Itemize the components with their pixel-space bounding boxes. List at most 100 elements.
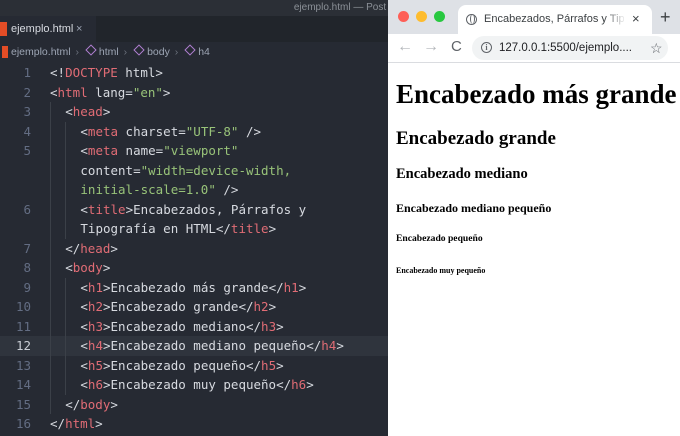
heading-h2: Encabezado grande [396, 128, 556, 149]
bookmark-star-icon[interactable]: ☆ [650, 36, 663, 60]
code-token: h5 [261, 357, 277, 373]
minimize-window-button[interactable] [416, 11, 427, 22]
line-number: 1 [23, 65, 31, 80]
close-icon[interactable]: × [632, 5, 640, 33]
code-line[interactable]: 14 <h6>Encabezado muy pequeño</h6> [0, 375, 388, 395]
code-line[interactable]: 9 <h1>Encabezado más grande</h1> [0, 277, 388, 297]
url-text[interactable]: 127.0.0.1:5500/ejemplo.... [499, 36, 632, 60]
indent-guide [65, 160, 67, 180]
indent-guide [50, 316, 51, 336]
breadcrumb-item-html[interactable]: html [99, 46, 119, 58]
code-line[interactable]: 1 <!DOCTYPE html> [0, 63, 388, 83]
code-token: < [65, 260, 73, 275]
indent-guide [65, 180, 67, 200]
code-token: h6 [87, 377, 103, 392]
code-token: > [125, 201, 134, 217]
code-token: h4 [87, 338, 103, 353]
code-token: Encabezado muy pequeño [110, 377, 277, 392]
code-token: < [80, 279, 88, 295]
code-token: </ [215, 221, 231, 236]
code-token: < [80, 338, 88, 353]
code-token: Encabezado mediano [110, 318, 246, 334]
code-line[interactable]: 13 <h5>Encabezado pequeño</h5> [0, 355, 388, 375]
code-text: <html lang="en"> [50, 83, 170, 103]
code-token: h4 [321, 338, 337, 353]
forward-arrow-icon[interactable]: → [423, 34, 439, 62]
code-line[interactable]: 6 <title>Encabezados, Párrafos y [0, 199, 388, 219]
line-number: 16 [15, 416, 31, 431]
breadcrumb: ejemplo.html › html › body › h4 [0, 42, 388, 62]
code-token: > [102, 299, 111, 314]
code-token: initial-scale=1.0" [80, 182, 216, 197]
code-line[interactable]: 11 <h3>Encabezado mediano</h3> [0, 316, 388, 336]
code-line[interactable]: content="width=device-width, [0, 160, 388, 180]
line-number: 11 [15, 318, 31, 334]
code-token: title [230, 221, 269, 236]
code-token: > [102, 104, 111, 119]
code-line[interactable]: initial-scale=1.0" /> [0, 180, 388, 200]
address-bar[interactable]: i 127.0.0.1:5500/ejemplo.... ☆ [472, 36, 668, 60]
breadcrumb-item-body[interactable]: body [147, 46, 170, 58]
code-editor: ejemplo.html — Post ejemplo.html × ejemp… [0, 0, 388, 436]
code-token: </ [245, 357, 262, 373]
zoom-window-button[interactable] [434, 11, 445, 22]
code-text: </body> [65, 395, 118, 415]
code-text: initial-scale=1.0" /> [80, 180, 238, 200]
code-line[interactable]: 12 <h4>Encabezado mediano pequeño</h4> [0, 336, 388, 356]
code-token: = [178, 123, 186, 139]
code-text: <!DOCTYPE html> [50, 63, 163, 83]
code-token: Encabezados, Párrafos y [133, 201, 307, 217]
indent-guide [65, 199, 67, 219]
line-number: 4 [23, 123, 31, 139]
code-token: < [50, 84, 58, 100]
new-tab-button[interactable]: + [660, 4, 671, 30]
code-token: < [80, 299, 88, 314]
code-line[interactable]: 3 <head> [0, 102, 388, 122]
breadcrumb-item-h4[interactable]: h4 [198, 46, 210, 58]
code-line[interactable]: 10 <h2>Encabezado grande</h2> [0, 297, 388, 317]
code-line[interactable]: 8 <body> [0, 258, 388, 278]
line-number: 9 [23, 279, 31, 295]
code-token: Tipografía en HTML [80, 221, 216, 236]
indent-guide [65, 219, 67, 239]
back-arrow-icon[interactable]: ← [397, 34, 413, 62]
code-token: head [72, 104, 103, 119]
indent-guide [50, 375, 51, 395]
browser-tab[interactable]: Encabezados, Párrafos y Tipografía en HT… [458, 5, 652, 34]
code-line[interactable]: 5 <meta name="viewport" [0, 141, 388, 161]
code-line[interactable]: Tipografía en HTML</title> [0, 219, 388, 239]
code-line[interactable]: 15 </body> [0, 394, 388, 415]
info-icon[interactable]: i [481, 42, 492, 53]
code-line[interactable]: 2 <html lang="en"> [0, 83, 388, 103]
line-number: 3 [23, 104, 31, 119]
code-line[interactable]: 16 </html> [0, 414, 388, 434]
code-token: </ [65, 396, 81, 412]
reload-icon[interactable]: C [451, 34, 462, 62]
code-token: h2 [87, 299, 103, 314]
code-token: Encabezado pequeño [110, 357, 246, 373]
heading-h4: Encabezado mediano pequeño [396, 201, 552, 215]
indent-guide [65, 277, 67, 297]
code-token: > [102, 377, 111, 392]
browser-tab-title: Encabezados, Párrafos y Tipografía en HT… [484, 13, 624, 25]
code-token: h1 [283, 279, 299, 295]
code-line[interactable]: 4 <meta charset="UTF-8" /> [0, 121, 388, 141]
code-line[interactable]: 7 </head> [0, 238, 388, 258]
code-token: </ [65, 240, 81, 256]
editor-tab[interactable]: ejemplo.html × [0, 16, 96, 42]
indent-guide [50, 394, 51, 414]
code-token: > [102, 338, 111, 353]
line-number: 12 [15, 338, 31, 353]
code-token: h5 [87, 357, 103, 373]
code-token: h6 [291, 377, 307, 392]
heading-h1: Encabezado más grande [396, 79, 677, 109]
breadcrumb-item-file[interactable]: ejemplo.html [11, 46, 71, 58]
code-text: <body> [65, 258, 110, 278]
close-tab-icon[interactable]: × [76, 16, 82, 42]
code-area[interactable]: 1 <!DOCTYPE html> 2 <html lang="en"> 3 <head>… [0, 63, 388, 436]
code-token: > [306, 377, 314, 392]
code-token: < [80, 143, 88, 158]
close-window-button[interactable] [398, 11, 409, 22]
indent-guide [65, 375, 67, 395]
code-token: > [276, 357, 284, 373]
